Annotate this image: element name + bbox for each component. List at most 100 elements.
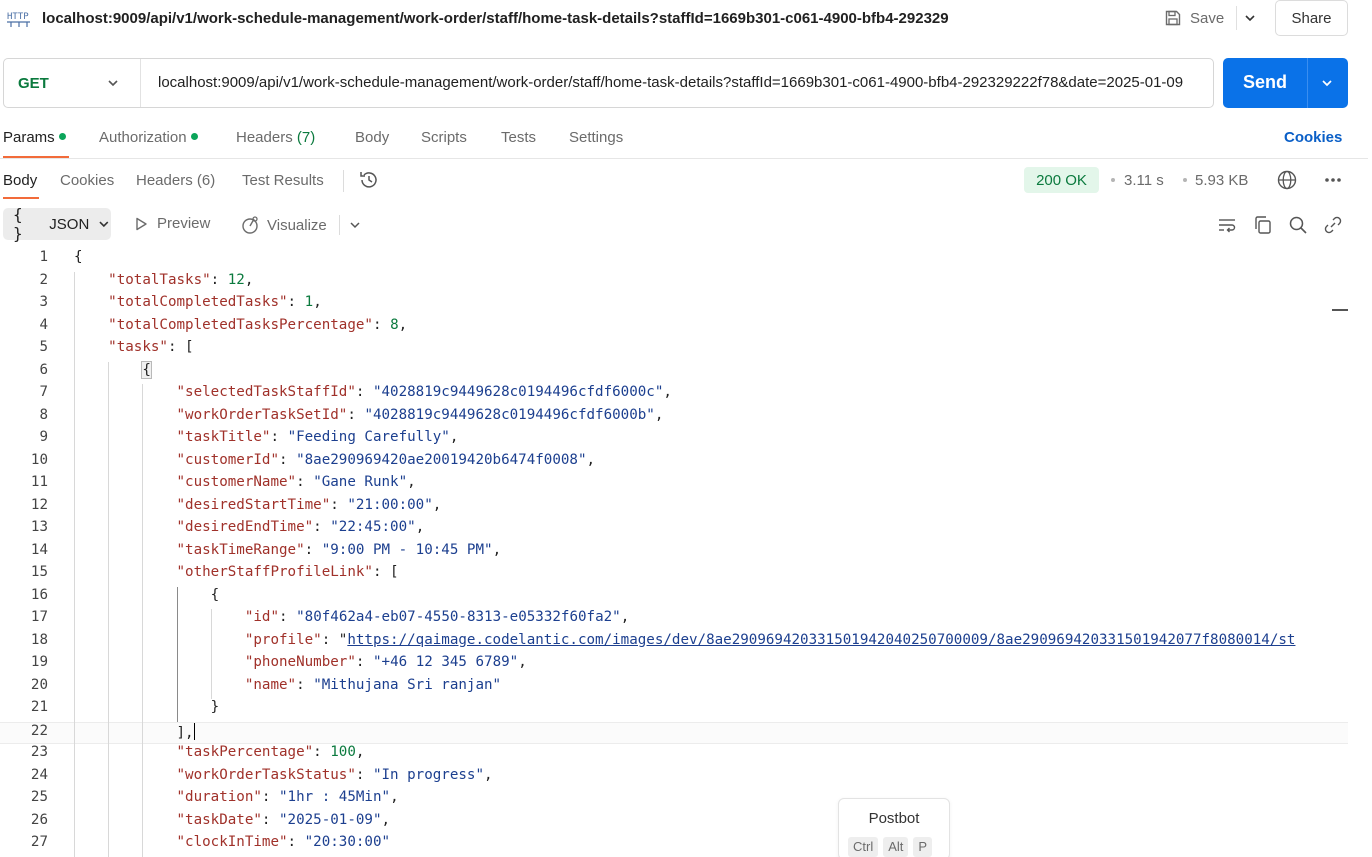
line-number: 13 bbox=[30, 519, 48, 535]
code-line: 4 "totalCompletedTasksPercentage": 8, bbox=[0, 317, 1348, 340]
tab-params[interactable]: Params bbox=[3, 129, 66, 146]
chevron-down-icon[interactable] bbox=[347, 217, 363, 233]
visualize-label: Visualize bbox=[267, 216, 327, 234]
code-text: { bbox=[141, 360, 152, 379]
scrollbar[interactable] bbox=[1348, 249, 1368, 857]
active-tab-indicator bbox=[3, 197, 39, 199]
code-text: } bbox=[74, 699, 220, 715]
more-options-icon[interactable] bbox=[1322, 169, 1344, 191]
wrap-lines-icon[interactable] bbox=[1216, 214, 1238, 236]
tab-response-body[interactable]: Body bbox=[3, 172, 37, 189]
tab-label: Authorization bbox=[99, 129, 187, 146]
globe-icon[interactable] bbox=[1276, 169, 1298, 191]
line-number: 1 bbox=[39, 249, 48, 265]
code-line: 20 "name": "Mithujana Sri ranjan" bbox=[0, 677, 1348, 700]
code-text: "profile": "https://qaimage.codelantic.c… bbox=[244, 631, 1296, 648]
postbot-button[interactable]: Postbot Ctrl Alt P bbox=[838, 798, 950, 857]
visualize-button[interactable]: Visualize bbox=[240, 215, 327, 235]
code-text: "duration": "1hr : 45Min", bbox=[176, 789, 399, 805]
code-line: 24 "workOrderTaskStatus": "In progress", bbox=[0, 767, 1348, 790]
indent-guide bbox=[176, 586, 178, 722]
tab-response-cookies[interactable]: Cookies bbox=[60, 172, 114, 189]
indent-guide bbox=[108, 361, 110, 857]
format-toolbar: { } JSON Preview Visualize bbox=[0, 205, 1368, 243]
code-line: 13 "desiredEndTime": "22:45:00", bbox=[0, 519, 1348, 542]
format-label: JSON bbox=[49, 215, 90, 233]
line-number: 10 bbox=[30, 451, 48, 468]
tab-response-headers[interactable]: Headers (6) bbox=[136, 172, 215, 189]
chevron-down-icon[interactable] bbox=[105, 75, 121, 91]
tab-headers[interactable]: Headers (7) bbox=[236, 129, 315, 146]
code-line: 15 "otherStaffProfileLink": [ bbox=[0, 564, 1348, 587]
response-body-editor[interactable]: 1{2 "totalTasks": 12, 3 "totalCompletedTa… bbox=[0, 249, 1348, 857]
tab-scripts[interactable]: Scripts bbox=[421, 129, 467, 146]
code-text: "totalCompletedTasksPercentage": 8, bbox=[108, 316, 408, 333]
send-button[interactable]: Send bbox=[1223, 58, 1348, 108]
format-select[interactable]: { } JSON bbox=[3, 205, 111, 243]
line-number: 19 bbox=[30, 654, 48, 670]
postbot-title: Postbot bbox=[868, 810, 920, 827]
code-line: 3 "totalCompletedTasks": 1, bbox=[0, 294, 1348, 317]
method-select[interactable]: GET bbox=[18, 75, 49, 92]
line-number: 25 bbox=[30, 789, 48, 805]
line-number: 26 bbox=[30, 811, 48, 828]
url-bar: GET localhost:9009/api/v1/work-schedule-… bbox=[3, 58, 1214, 108]
cookies-link[interactable]: Cookies bbox=[1284, 129, 1342, 146]
code-line: 5 "tasks": [ bbox=[0, 339, 1348, 362]
http-icon: HTTP bbox=[7, 12, 30, 27]
code-line: 16 { bbox=[0, 587, 1348, 610]
link-icon[interactable] bbox=[1322, 214, 1344, 236]
title-bar: HTTP localhost:9009/api/v1/work-schedule… bbox=[0, 0, 1372, 38]
line-number: 9 bbox=[39, 429, 48, 445]
scrollbar-marker bbox=[1332, 309, 1348, 311]
chevron-down-icon[interactable] bbox=[1319, 75, 1335, 91]
shortcut-keys: Ctrl Alt P bbox=[848, 837, 933, 857]
response-tabs: Body Cookies Headers (6) Test Results 20… bbox=[0, 166, 1368, 199]
save-button[interactable]: Save bbox=[1160, 4, 1228, 32]
code-line: 27 "clockInTime": "20:30:00" bbox=[0, 834, 1348, 857]
code-text: "customerId": "8ae290969420ae20019420b64… bbox=[176, 451, 596, 468]
active-tab-indicator bbox=[3, 156, 69, 158]
copy-icon[interactable] bbox=[1252, 214, 1274, 236]
line-number: 7 bbox=[39, 384, 48, 400]
code-line: 7 "selectedTaskStaffId": "4028819c944962… bbox=[0, 384, 1348, 407]
code-line: 14 "taskTimeRange": "9:00 PM - 10:45 PM"… bbox=[0, 542, 1348, 565]
line-number: 18 bbox=[30, 631, 48, 648]
braces-icon: { } bbox=[13, 205, 23, 243]
request-title[interactable]: localhost:9009/api/v1/work-schedule-mana… bbox=[42, 10, 949, 27]
tab-test-results[interactable]: Test Results bbox=[242, 172, 324, 189]
line-number: 6 bbox=[39, 361, 48, 378]
save-icon bbox=[1165, 10, 1181, 26]
save-options-button[interactable] bbox=[1240, 6, 1260, 30]
response-time[interactable]: 3.11 s bbox=[1124, 172, 1164, 189]
code-line: 11 "customerName": "Gane Runk", bbox=[0, 474, 1348, 497]
share-button[interactable]: Share bbox=[1275, 0, 1348, 36]
request-tabs: Params Authorization Headers (7) Body Sc… bbox=[0, 124, 1368, 159]
key-alt: Alt bbox=[883, 837, 909, 857]
tab-settings[interactable]: Settings bbox=[569, 129, 623, 146]
visualize-icon bbox=[242, 216, 258, 234]
key-ctrl: Ctrl bbox=[848, 837, 879, 857]
key-p: P bbox=[913, 837, 933, 857]
code-line: 22 ], bbox=[0, 721, 1348, 744]
divider bbox=[140, 59, 141, 107]
tab-body[interactable]: Body bbox=[355, 129, 389, 146]
line-number: 27 bbox=[30, 834, 48, 850]
code-line: 8 "workOrderTaskSetId": "4028819c9449628… bbox=[0, 407, 1348, 430]
code-text: "id": "80f462a4-eb07-4550-8313-e05332f60… bbox=[244, 609, 630, 625]
tab-tests[interactable]: Tests bbox=[501, 129, 536, 146]
divider bbox=[343, 170, 344, 192]
history-icon[interactable] bbox=[358, 169, 380, 191]
divider bbox=[1307, 58, 1308, 108]
code-line: 9 "taskTitle": "Feeding Carefully", bbox=[0, 429, 1348, 452]
tab-authorization[interactable]: Authorization bbox=[99, 129, 198, 146]
code-text: "totalCompletedTasks": 1, bbox=[108, 294, 322, 310]
preview-button[interactable]: Preview bbox=[133, 215, 210, 232]
status-badge[interactable]: 200 OK bbox=[1024, 167, 1099, 193]
url-input[interactable]: localhost:9009/api/v1/work-schedule-mana… bbox=[158, 74, 1206, 91]
search-icon[interactable] bbox=[1287, 214, 1309, 236]
response-size[interactable]: 5.93 KB bbox=[1195, 172, 1248, 189]
divider bbox=[339, 215, 340, 235]
code-text: "taskDate": "2025-01-09", bbox=[176, 811, 391, 828]
line-number: 4 bbox=[39, 316, 48, 333]
